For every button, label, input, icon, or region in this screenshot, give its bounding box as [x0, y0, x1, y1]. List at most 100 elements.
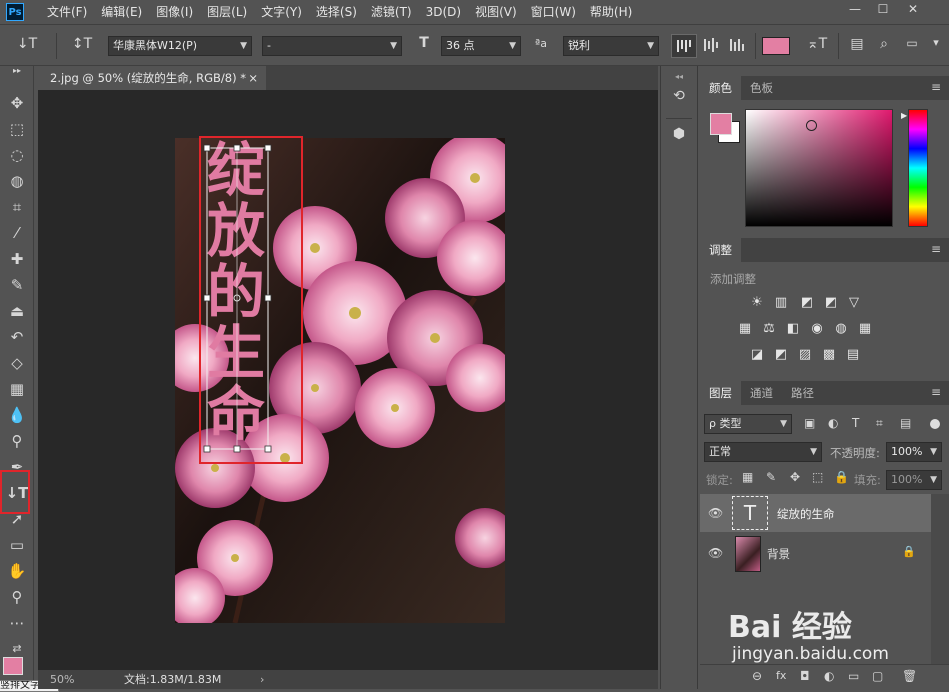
new-group-icon[interactable]: ▭ — [848, 669, 859, 683]
black-white-icon[interactable]: ◧ — [784, 322, 802, 336]
filter-shape-icon[interactable]: ⌗ — [876, 416, 883, 431]
more-tools-icon[interactable]: ⋯ — [5, 612, 29, 634]
align-center-button[interactable] — [699, 34, 725, 58]
align-bottom-button[interactable] — [725, 34, 751, 58]
eraser-tool-icon[interactable]: ◇ — [5, 352, 29, 374]
collapse-icon[interactable]: ▸▸ — [5, 66, 29, 80]
lock-artboard-icon[interactable]: ⬚ — [812, 470, 823, 484]
visibility-eye-icon[interactable]: 👁 — [708, 506, 723, 520]
stamp-tool-icon[interactable]: ⏏ — [5, 300, 29, 322]
lock-all-icon[interactable]: 🔒 — [834, 470, 849, 484]
hue-slider-handle-icon[interactable]: ▶ — [901, 111, 907, 120]
move-tool-icon[interactable]: ✥ — [5, 92, 29, 114]
vibrance-icon[interactable]: ▽ — [845, 296, 863, 310]
3d-panel-icon[interactable]: ⬢ — [667, 126, 691, 148]
gradient-tool-icon[interactable]: ▦ — [5, 378, 29, 400]
font-size-select[interactable]: 36 点 ▼ — [441, 36, 521, 56]
link-layers-icon[interactable]: ⊖ — [752, 669, 762, 683]
fx-icon[interactable]: fx — [776, 669, 786, 682]
close-tab-icon[interactable]: × — [248, 66, 258, 90]
layers-scrollbar[interactable] — [931, 494, 949, 664]
zoom-tool-icon[interactable]: ⚲ — [5, 586, 29, 608]
posterize-icon[interactable]: ◩ — [772, 348, 790, 362]
minimize-button[interactable]: — — [842, 0, 868, 20]
blend-mode-select[interactable]: 正常 ▼ — [704, 442, 822, 462]
filter-pixel-icon[interactable]: ▣ — [804, 416, 815, 430]
layer-name[interactable]: 背景 — [767, 546, 790, 562]
panel-menu-icon[interactable]: ≡ — [931, 385, 941, 399]
saturation-value-field[interactable] — [745, 109, 893, 227]
menu-type[interactable]: 文字(Y) — [254, 0, 309, 24]
lock-transparent-icon[interactable]: ▦ — [742, 470, 753, 484]
menu-filter[interactable]: 滤镜(T) — [364, 0, 419, 24]
toggle-orientation-icon[interactable]: ↕T — [70, 36, 94, 52]
filter-adjustment-icon[interactable]: ◐ — [828, 416, 838, 430]
menu-file[interactable]: 文件(F) — [40, 0, 94, 24]
menu-window[interactable]: 窗口(W) — [524, 0, 583, 24]
foreground-color-swatch[interactable] — [3, 657, 23, 675]
tab-color[interactable]: 颜色 — [700, 76, 741, 100]
tab-channels[interactable]: 通道 — [741, 381, 782, 405]
lock-position-icon[interactable]: ✥ — [790, 470, 800, 484]
new-fill-layer-icon[interactable]: ◐ — [824, 669, 834, 683]
layer-name[interactable]: 绽放的生命 — [777, 506, 835, 522]
layer-filter-select[interactable]: ρ 类型 ▼ — [704, 414, 792, 434]
visibility-eye-icon[interactable]: 👁 — [708, 546, 723, 560]
delete-layer-icon[interactable]: 🗑 — [902, 669, 917, 683]
menu-select[interactable]: 选择(S) — [309, 0, 364, 24]
color-lookup-icon[interactable]: ▦ — [856, 322, 874, 336]
eyedropper-tool-icon[interactable]: ⁄ — [5, 222, 29, 244]
gradient-map-icon[interactable]: ▤ — [844, 348, 862, 362]
tab-swatches[interactable]: 色板 — [741, 76, 782, 100]
menu-edit[interactable]: 编辑(E) — [94, 0, 149, 24]
color-picker-cursor[interactable] — [806, 120, 817, 131]
levels-icon[interactable]: ▥ — [772, 296, 790, 310]
color-balance-icon[interactable]: ⚖ — [760, 322, 778, 336]
threshold-icon[interactable]: ▨ — [796, 348, 814, 362]
document-tab[interactable]: 2.jpg @ 50% (绽放的生命, RGB/8) * × — [38, 66, 266, 90]
workspace-menu-icon[interactable]: ▾ — [926, 36, 946, 49]
quick-select-tool-icon[interactable]: ◍ — [5, 170, 29, 192]
filter-toggle-icon[interactable] — [930, 419, 940, 429]
hue-slider[interactable] — [908, 109, 928, 227]
lock-pixels-icon[interactable]: ✎ — [766, 470, 776, 484]
panel-menu-icon[interactable]: ≡ — [931, 80, 941, 94]
brightness-contrast-icon[interactable]: ☀ — [748, 296, 766, 310]
hand-tool-icon[interactable]: ✋ — [5, 560, 29, 582]
close-button[interactable]: ✕ — [900, 0, 926, 20]
curves-icon[interactable]: ◩ — [798, 296, 816, 310]
font-family-select[interactable]: 华康黑体W12(P) ▼ — [108, 36, 252, 56]
filter-type-icon[interactable]: T — [852, 416, 859, 430]
menu-layer[interactable]: 图层(L) — [200, 0, 254, 24]
blur-tool-icon[interactable]: 💧 — [5, 404, 29, 426]
marquee-tool-icon[interactable]: ⬚ — [5, 118, 29, 140]
healing-brush-tool-icon[interactable]: ✚ — [5, 248, 29, 270]
tab-layers[interactable]: 图层 — [700, 381, 741, 405]
maximize-button[interactable]: ☐ — [870, 0, 896, 20]
crop-tool-icon[interactable]: ⌗ — [5, 196, 29, 218]
lasso-tool-icon[interactable]: ◌ — [5, 144, 29, 166]
brush-tool-icon[interactable]: ✎ — [5, 274, 29, 296]
menu-help[interactable]: 帮助(H) — [583, 0, 639, 24]
selective-color-icon[interactable]: ▩ — [820, 348, 838, 362]
text-color-swatch[interactable] — [762, 37, 790, 55]
filter-smart-object-icon[interactable]: ▤ — [900, 416, 911, 430]
doc-info[interactable]: 文档:1.83M/1.83M — [124, 670, 221, 689]
zoom-value[interactable]: 50% — [50, 670, 74, 689]
layer-row-text[interactable]: 👁 T 绽放的生命 — [700, 494, 931, 532]
panel-menu-icon[interactable]: ≡ — [931, 242, 941, 256]
tab-paths[interactable]: 路径 — [782, 381, 823, 405]
warp-text-icon[interactable]: ⌅T — [806, 36, 828, 52]
opacity-input[interactable]: 100% ▼ — [886, 442, 942, 462]
invert-icon[interactable]: ◪ — [748, 348, 766, 362]
status-arrow-icon[interactable]: › — [260, 670, 264, 689]
menu-image[interactable]: 图像(I) — [149, 0, 200, 24]
antialias-select[interactable]: 锐利 ▼ — [563, 36, 659, 56]
dodge-tool-icon[interactable]: ⚲ — [5, 430, 29, 452]
exposure-icon[interactable]: ◩ — [822, 296, 840, 310]
rectangle-tool-icon[interactable]: ▭ — [5, 534, 29, 556]
tab-adjustments[interactable]: 调整 — [700, 238, 741, 262]
channel-mixer-icon[interactable]: ◍ — [832, 322, 850, 336]
font-style-select[interactable]: - ▼ — [262, 36, 402, 56]
photo-filter-icon[interactable]: ◉ — [808, 322, 826, 336]
